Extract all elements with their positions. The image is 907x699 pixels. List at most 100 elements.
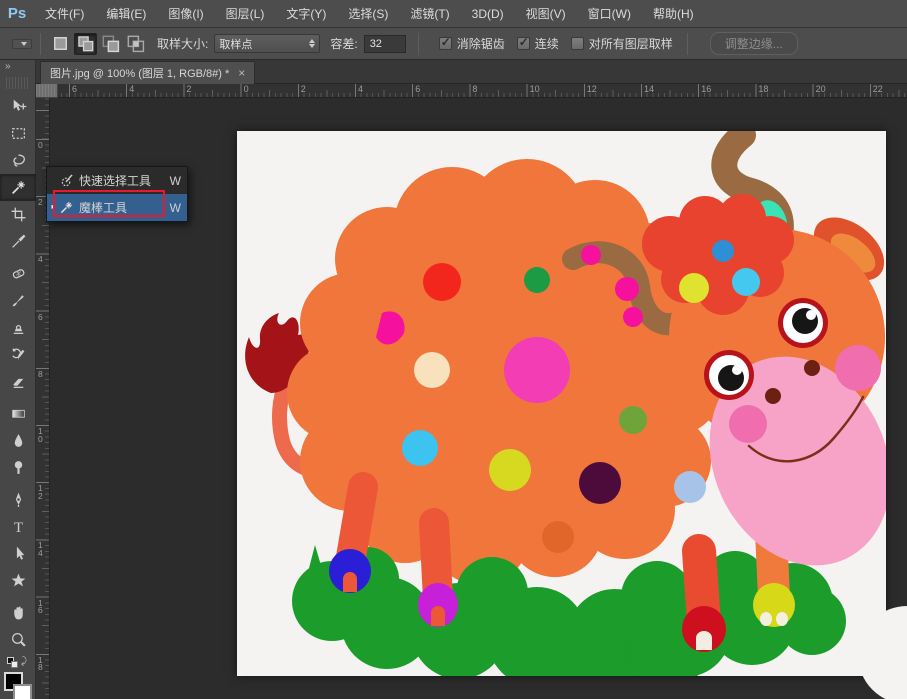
ps-logo: Ps (0, 5, 34, 22)
document-tab[interactable]: 图片.jpg @ 100% (图层 1, RGB/8#) * × (40, 61, 255, 84)
chevron-down-icon (21, 42, 27, 46)
ruler-label: 18 (758, 84, 768, 94)
checkbox-option-2[interactable]: 对所有图层取样 (571, 35, 673, 52)
tolerance-input[interactable] (364, 35, 406, 53)
gradient-tool[interactable] (0, 400, 36, 427)
checkbox-label: 消除锯齿 (457, 35, 505, 52)
refine-edge-button[interactable]: 调整边缘... (710, 32, 798, 55)
canvas-artwork[interactable] (237, 131, 886, 676)
checkbox-checked-icon[interactable] (439, 37, 452, 50)
menu-item-5[interactable]: 选择(S) (337, 0, 399, 28)
ruler-label: 14 (644, 84, 654, 94)
menu-item-9[interactable]: 窗口(W) (577, 0, 642, 28)
ruler-label: 14 (38, 542, 47, 557)
checkbox-unchecked-icon[interactable] (571, 37, 584, 50)
options-bar: 取样大小: 取样点 容差: 消除锯齿连续对所有图层取样 调整边缘... (0, 28, 907, 60)
sample-size-value: 取样点 (219, 36, 309, 52)
hand-tool[interactable] (0, 599, 36, 626)
tolerance-label: 容差: (330, 35, 357, 52)
ruler-label: 4 (358, 84, 363, 94)
ruler-label: 8 (38, 371, 47, 379)
toolbar-grip[interactable] (6, 77, 29, 89)
ruler-label: 12 (38, 485, 47, 500)
menu-item-0[interactable]: 文件(F) (34, 0, 95, 28)
healing-brush-tool[interactable] (0, 260, 36, 287)
crop-tool[interactable] (0, 201, 36, 228)
history-brush-tool[interactable] (0, 341, 36, 368)
menu-item-10[interactable]: 帮助(H) (642, 0, 705, 28)
add-to-selection-button[interactable] (74, 33, 97, 55)
close-icon[interactable]: × (238, 66, 245, 80)
ruler-label: 6 (415, 84, 420, 94)
checkbox-option-0[interactable]: 消除锯齿 (439, 35, 505, 52)
new-selection-button[interactable] (49, 33, 72, 55)
checkbox-checked-icon[interactable] (517, 37, 530, 50)
document-canvas[interactable] (237, 131, 886, 676)
ruler-label: 6 (38, 314, 47, 322)
separator (687, 33, 688, 55)
blur-tool[interactable] (0, 427, 36, 454)
type-tool[interactable]: T (0, 513, 36, 540)
path-select-tool[interactable] (0, 540, 36, 567)
photoshop-window: Ps 文件(F)编辑(E)图像(I)图层(L)文字(Y)选择(S)滤镜(T)3D… (0, 0, 907, 699)
ruler-label: 0 (38, 142, 47, 150)
ruler-label: 2 (186, 84, 191, 94)
separator (418, 33, 419, 55)
tools-panel: » T ⤸ (0, 60, 36, 699)
eyedropper-tool[interactable] (0, 228, 36, 255)
ruler-origin-corner[interactable] (36, 84, 58, 98)
intersect-with-selection-button[interactable] (124, 33, 147, 55)
selection-mode-buttons (49, 33, 147, 55)
move-tool[interactable] (0, 93, 36, 120)
marquee-tool[interactable] (0, 120, 36, 147)
document-title: 图片.jpg @ 100% (图层 1, RGB/8#) * (50, 65, 229, 81)
menu-item-6[interactable]: 滤镜(T) (399, 0, 460, 28)
zoom-tool[interactable] (0, 626, 36, 653)
checkbox-label: 对所有图层取样 (589, 35, 673, 52)
stepper-arrows-icon (309, 39, 315, 48)
ruler-label: 20 (816, 84, 826, 94)
svg-text:T: T (13, 520, 22, 535)
menu-item-3[interactable]: 图层(L) (215, 0, 276, 28)
checkbox-option-1[interactable]: 连续 (517, 35, 559, 52)
shape-tool[interactable] (0, 567, 36, 594)
ruler-label: 2 (301, 84, 306, 94)
ruler-label: 18 (38, 657, 47, 672)
menu-bar: Ps 文件(F)编辑(E)图像(I)图层(L)文字(Y)选择(S)滤镜(T)3D… (0, 0, 907, 28)
ruler-label: 16 (38, 600, 47, 615)
ruler-label: 10 (38, 428, 47, 443)
clone-stamp-tool[interactable] (0, 314, 36, 341)
tool-list: T (0, 93, 35, 653)
menu-item-1[interactable]: 编辑(E) (95, 0, 157, 28)
quick-selection-icon (59, 173, 74, 188)
horizontal-ruler[interactable]: 6420246810121416182022 (58, 84, 907, 98)
dodge-tool[interactable] (0, 454, 36, 481)
flyout-item-label: 快速选择工具 (79, 172, 170, 189)
menu-item-4[interactable]: 文字(Y) (275, 0, 337, 28)
ruler-label: 12 (587, 84, 597, 94)
ruler-label: 10 (530, 84, 540, 94)
eraser-tool[interactable] (0, 368, 36, 395)
pen-tool[interactable] (0, 486, 36, 513)
color-swatches (0, 671, 35, 699)
background-color-swatch[interactable] (13, 684, 32, 699)
menu-item-7[interactable]: 3D(D) (461, 0, 515, 28)
ruler-label: 4 (38, 256, 47, 264)
toolbar-collapse-button[interactable]: » (0, 60, 35, 75)
menu-items: 文件(F)编辑(E)图像(I)图层(L)文字(Y)选择(S)滤镜(T)3D(D)… (34, 0, 705, 28)
ruler-label: 16 (701, 84, 711, 94)
subtract-from-selection-button[interactable] (99, 33, 122, 55)
ruler-label: 8 (472, 84, 477, 94)
swap-colors-group[interactable]: ⤸ (0, 653, 35, 671)
sample-size-dropdown[interactable]: 取样点 (214, 34, 320, 53)
ruler-label: 6 (72, 84, 77, 94)
menu-item-2[interactable]: 图像(I) (157, 0, 214, 28)
checkbox-group: 消除锯齿 连续 对所有图层取样 (427, 35, 673, 52)
brush-tool[interactable] (0, 287, 36, 314)
menu-item-8[interactable]: 视图(V) (515, 0, 577, 28)
annotation-highlight-box (53, 190, 165, 217)
checkbox-label: 连续 (535, 35, 559, 52)
lasso-tool[interactable] (0, 147, 36, 174)
magic-wand-tool[interactable] (0, 174, 36, 201)
tool-preset-picker[interactable] (12, 39, 32, 49)
